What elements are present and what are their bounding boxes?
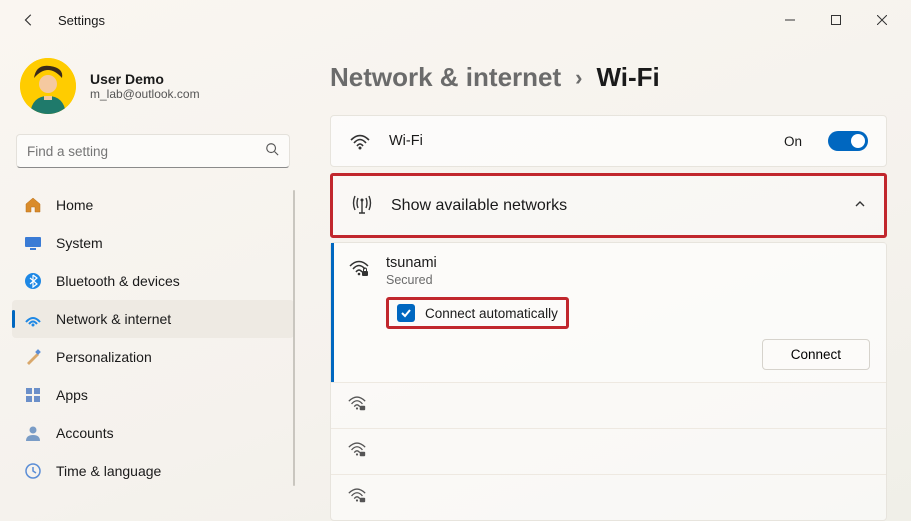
chevron-up-icon <box>854 197 866 215</box>
nav-item-home[interactable]: Home <box>12 186 294 224</box>
main-panel: Network & internet › Wi-Fi Wi-Fi On Show… <box>306 40 911 521</box>
nav-item-bluetooth[interactable]: Bluetooth & devices <box>12 262 294 300</box>
home-icon <box>24 196 42 214</box>
network-item[interactable] <box>331 474 886 520</box>
nav-item-personalization[interactable]: Personalization <box>12 338 294 376</box>
connect-auto-checkbox[interactable] <box>397 304 415 322</box>
window-title: Settings <box>58 13 105 28</box>
personalization-icon <box>24 348 42 366</box>
nav-item-accounts[interactable]: Accounts <box>12 414 294 452</box>
available-networks-label: Show available networks <box>391 197 567 215</box>
user-block[interactable]: User Demo m_lab@outlook.com <box>12 50 294 130</box>
wifi-secured-icon <box>347 393 369 418</box>
minimize-button[interactable] <box>767 4 813 36</box>
available-networks-header[interactable]: Show available networks <box>330 173 887 238</box>
user-name: User Demo <box>90 71 200 87</box>
search-box[interactable] <box>16 134 290 168</box>
bluetooth-icon <box>24 272 42 290</box>
nav-label: Accounts <box>56 425 114 441</box>
network-icon <box>24 310 42 328</box>
search-input[interactable] <box>27 144 265 159</box>
sidebar: User Demo m_lab@outlook.com Home System … <box>0 40 306 521</box>
nav-list: Home System Bluetooth & devices Network … <box>12 186 294 490</box>
close-button[interactable] <box>859 4 905 36</box>
wifi-toggle-card[interactable]: Wi-Fi On <box>330 115 887 167</box>
breadcrumb-current: Wi-Fi <box>596 62 659 93</box>
back-button[interactable] <box>18 9 40 31</box>
nav-label: Network & internet <box>56 311 171 327</box>
maximize-button[interactable] <box>813 4 859 36</box>
nav-label: Bluetooth & devices <box>56 273 180 289</box>
antenna-icon <box>351 192 373 219</box>
wifi-secured-icon <box>348 255 370 284</box>
titlebar: Settings <box>0 0 911 40</box>
avatar <box>20 58 76 114</box>
wifi-icon <box>349 130 371 152</box>
network-security: Secured <box>386 273 437 287</box>
breadcrumb: Network & internet › Wi-Fi <box>330 62 887 93</box>
network-item[interactable] <box>331 428 886 474</box>
network-name: tsunami <box>386 255 437 271</box>
network-item-selected[interactable]: tsunami Secured Connect automatically Co… <box>331 243 886 382</box>
time-icon <box>24 462 42 480</box>
nav-label: Time & language <box>56 463 161 479</box>
connect-button[interactable]: Connect <box>762 339 870 370</box>
nav-item-apps[interactable]: Apps <box>12 376 294 414</box>
nav-item-system[interactable]: System <box>12 224 294 262</box>
connect-auto-row[interactable]: Connect automatically <box>386 297 569 329</box>
wifi-secured-icon <box>347 439 369 464</box>
wifi-state-label: On <box>784 134 802 149</box>
nav-item-time[interactable]: Time & language <box>12 452 294 490</box>
system-icon <box>24 234 42 252</box>
network-list: tsunami Secured Connect automatically Co… <box>330 242 887 521</box>
nav-label: System <box>56 235 103 251</box>
nav-label: Personalization <box>56 349 152 365</box>
wifi-secured-icon <box>347 485 369 510</box>
nav-item-network[interactable]: Network & internet <box>12 300 294 338</box>
nav-label: Home <box>56 197 93 213</box>
nav-label: Apps <box>56 387 88 403</box>
connect-auto-label: Connect automatically <box>425 306 558 321</box>
wifi-toggle[interactable] <box>828 131 868 151</box>
search-icon <box>265 142 279 161</box>
user-email: m_lab@outlook.com <box>90 87 200 101</box>
apps-icon <box>24 386 42 404</box>
breadcrumb-parent[interactable]: Network & internet <box>330 62 561 93</box>
accounts-icon <box>24 424 42 442</box>
network-item[interactable] <box>331 382 886 428</box>
breadcrumb-sep: › <box>575 65 582 91</box>
wifi-label: Wi-Fi <box>389 133 423 149</box>
